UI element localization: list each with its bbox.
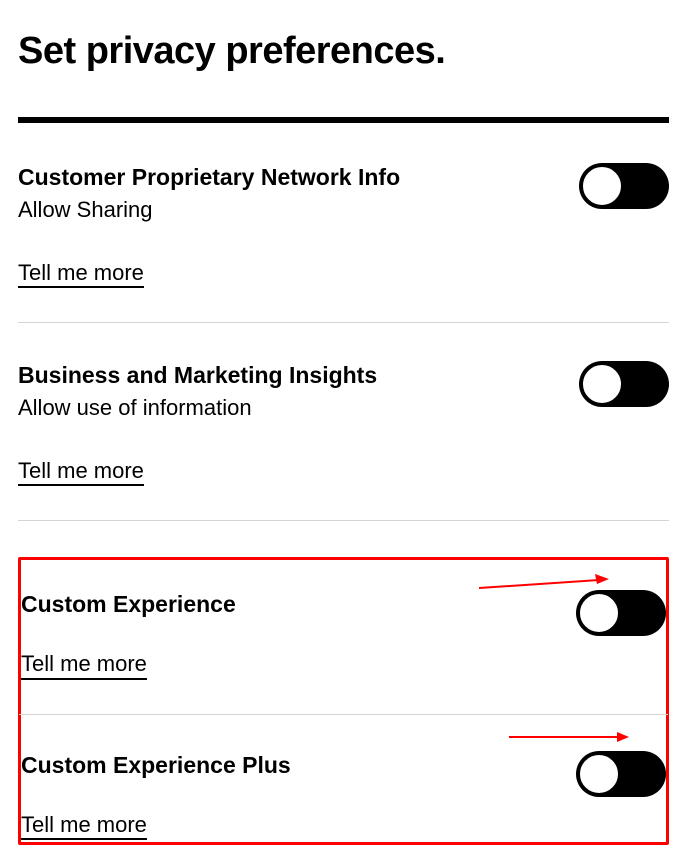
section-subtext: Allow Sharing [18,195,559,225]
tell-me-more-link[interactable]: Tell me more [21,650,147,680]
privacy-section-custom-experience: Custom Experience Tell me more [19,560,668,715]
page-title: Set privacy preferences. [18,30,669,73]
toggle-custom-experience-plus[interactable] [576,751,666,797]
privacy-section-custom-experience-plus: Custom Experience Plus Tell me more [19,715,668,843]
tell-me-more-link[interactable]: Tell me more [18,259,144,289]
toggle-cpni[interactable] [579,163,669,209]
section-subtext: Allow use of information [18,393,559,423]
privacy-section-cpni: Customer Proprietary Network Info Allow … [18,163,669,323]
tell-me-more-link[interactable]: Tell me more [18,457,144,487]
toggle-knob [578,753,620,795]
annotation-arrow-icon [509,729,629,745]
annotation-highlight-box: Custom Experience Tell me more Custom Ex… [18,557,669,845]
section-heading: Custom Experience [21,590,556,620]
section-heading: Customer Proprietary Network Info [18,163,559,193]
section-heading: Business and Marketing Insights [18,361,559,391]
toggle-custom-experience[interactable] [576,590,666,636]
toggle-knob [581,363,623,405]
toggle-knob [578,592,620,634]
toggle-knob [581,165,623,207]
title-divider [18,117,669,123]
tell-me-more-link[interactable]: Tell me more [21,811,147,841]
annotation-arrow-icon [479,572,609,592]
toggle-bmi[interactable] [579,361,669,407]
section-heading: Custom Experience Plus [21,751,556,781]
privacy-section-bmi: Business and Marketing Insights Allow us… [18,361,669,521]
